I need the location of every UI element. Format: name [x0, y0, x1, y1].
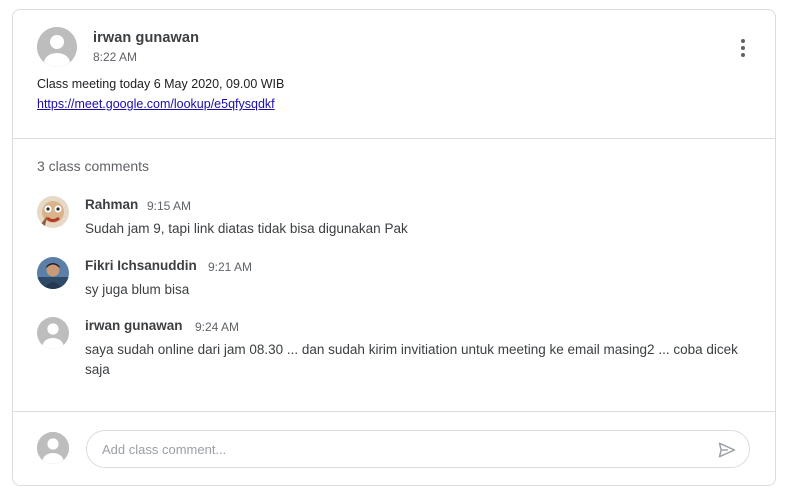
- post-header: irwan gunawan 8:22 AM Class meeting toda…: [13, 10, 775, 139]
- default-avatar-icon: [37, 317, 69, 349]
- post-author-name[interactable]: irwan gunawan: [93, 30, 199, 46]
- more-vert-icon-dot: [741, 53, 745, 57]
- more-vert-icon: [741, 39, 745, 43]
- default-avatar-icon: [37, 27, 77, 67]
- commenter-avatar[interactable]: [37, 196, 69, 228]
- commenter-name[interactable]: irwan gunawan: [85, 318, 183, 333]
- comment-composer: [13, 411, 775, 485]
- comment-timestamp: 9:15 AM: [147, 199, 192, 213]
- post-timestamp: 8:22 AM: [93, 50, 138, 64]
- send-comment-button[interactable]: [717, 440, 737, 460]
- more-vert-icon-dot: [741, 46, 745, 50]
- meet-link[interactable]: https://meet.google.com/lookup/e5qfysqdk…: [37, 97, 275, 111]
- comment-timestamp: 9:24 AM: [195, 320, 240, 334]
- class-comments-count[interactable]: 3 class comments: [37, 158, 149, 174]
- comment-text: saya sudah online dari jam 08.30 ... dan…: [85, 340, 765, 380]
- comment-timestamp: 9:21 AM: [208, 260, 253, 274]
- author-avatar[interactable]: [37, 27, 77, 67]
- send-icon: [718, 442, 736, 458]
- default-avatar-icon: [37, 432, 69, 464]
- stream-post-card: irwan gunawan 8:22 AM Class meeting toda…: [12, 9, 776, 486]
- current-user-avatar: [37, 432, 69, 464]
- comment-text: Sudah jam 9, tapi link diatas tidak bisa…: [85, 221, 408, 236]
- post-body-text: Class meeting today 6 May 2020, 09.00 WI…: [37, 77, 285, 91]
- commenter-avatar[interactable]: [37, 317, 69, 349]
- rahman-avatar-photo: [37, 196, 69, 228]
- fikri-avatar-photo: [37, 257, 69, 289]
- comment-text-line: saja: [85, 362, 110, 377]
- commenter-avatar[interactable]: [37, 257, 69, 289]
- more-options-button[interactable]: [731, 34, 755, 62]
- comment-text: sy juga blum bisa: [85, 282, 190, 297]
- commenter-name[interactable]: Rahman: [85, 197, 138, 212]
- add-comment-input[interactable]: [86, 430, 750, 468]
- commenter-name[interactable]: Fikri Ichsanuddin: [85, 258, 197, 273]
- comment-text-line: saya sudah online dari jam 08.30 ... dan…: [85, 342, 738, 357]
